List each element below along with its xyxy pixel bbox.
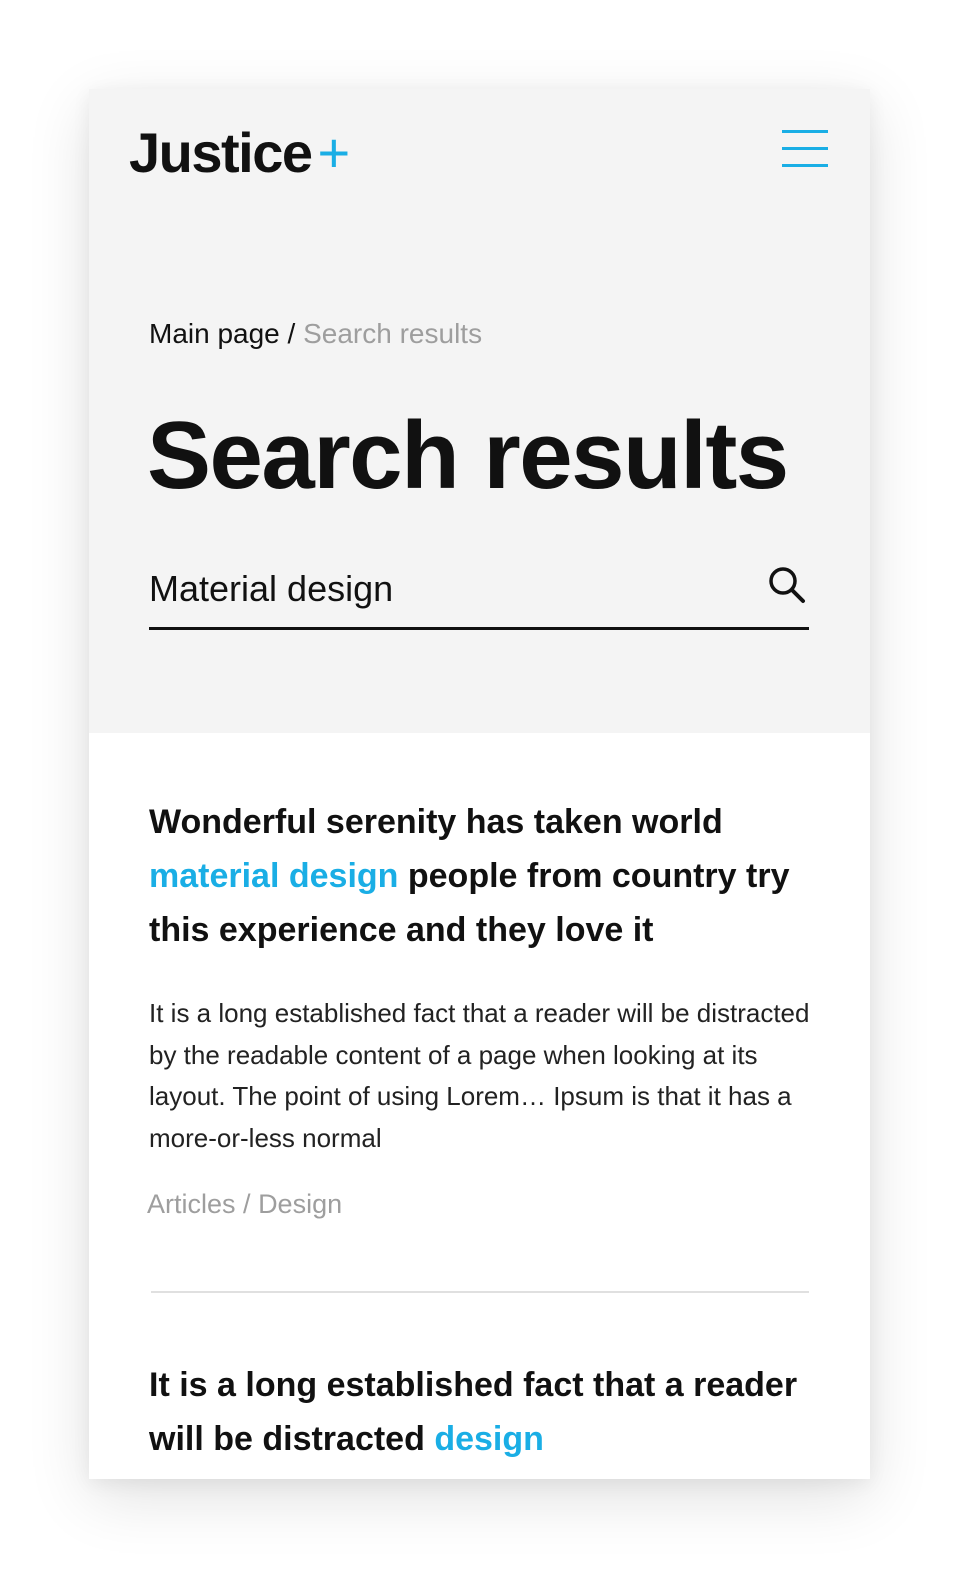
result-excerpt: It is a long established fact that a rea… xyxy=(149,998,810,1153)
menu-line xyxy=(782,164,828,167)
menu-line xyxy=(782,130,828,133)
logo-text[interactable]: Justice xyxy=(129,121,313,184)
result-title-text: Wonderful serenity has taken world xyxy=(149,803,723,841)
menu-line xyxy=(782,147,828,150)
logo-plus-icon[interactable]: + xyxy=(318,121,351,184)
search-hero: Justice + Main page / Search results Sear… xyxy=(89,89,870,733)
category-separator: / xyxy=(243,1189,251,1219)
result-title-highlight: material design xyxy=(149,857,399,895)
breadcrumb: Main page / Search results xyxy=(149,317,482,351)
breadcrumb-current: Search results xyxy=(303,318,483,349)
result-title[interactable]: It is a long established fact that a rea… xyxy=(149,1358,809,1466)
search-icon[interactable] xyxy=(765,563,809,607)
logo[interactable]: Justice + xyxy=(129,119,351,187)
search-box xyxy=(149,555,809,630)
hamburger-menu-icon[interactable] xyxy=(782,127,828,171)
result-title[interactable]: Wonderful serenity has taken world mater… xyxy=(149,795,809,957)
page-title: Search results xyxy=(147,402,789,509)
search-input[interactable] xyxy=(149,565,739,613)
result-divider xyxy=(151,1291,809,1293)
search-results-list: Wonderful serenity has taken world mater… xyxy=(89,733,870,1479)
mobile-page: Justice + Main page / Search results Sear… xyxy=(89,89,870,1479)
category-link[interactable]: Articles xyxy=(147,1189,236,1219)
breadcrumb-separator: / xyxy=(287,318,296,349)
result-title-highlight: design xyxy=(434,1420,544,1458)
result-category: Articles / Design xyxy=(147,1187,342,1221)
breadcrumb-main-page[interactable]: Main page xyxy=(149,318,280,349)
subcategory-link[interactable]: Design xyxy=(258,1189,342,1219)
